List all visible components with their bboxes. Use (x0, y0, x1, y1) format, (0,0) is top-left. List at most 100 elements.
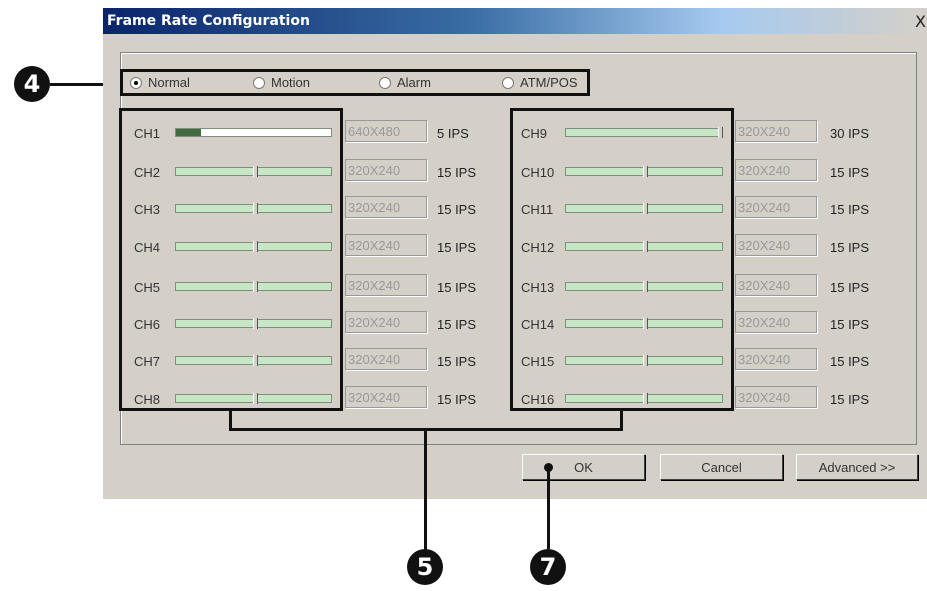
slider-thumb[interactable] (643, 203, 648, 214)
resolution-field[interactable]: 320X240 (735, 120, 817, 142)
radio-button-icon (379, 76, 391, 89)
frame-rate-slider[interactable] (175, 318, 332, 329)
radio-alarm[interactable]: Alarm (379, 75, 431, 90)
frame-rate-slider[interactable] (175, 241, 332, 252)
slider-thumb[interactable] (643, 318, 648, 329)
ips-value: 15 IPS (830, 165, 870, 180)
resolution-field[interactable]: 320X240 (345, 196, 427, 218)
callout-7-dot (544, 463, 553, 472)
slider-thumb[interactable] (253, 393, 258, 404)
slider-thumb[interactable] (253, 203, 258, 214)
frame-rate-slider[interactable] (565, 203, 723, 214)
resolution-field[interactable]: 320X240 (345, 274, 427, 296)
channel-label: CH14 (521, 317, 555, 332)
ips-value: 15 IPS (437, 202, 477, 217)
channel-label: CH6 (134, 317, 161, 332)
resolution-field[interactable]: 640X480 (345, 120, 427, 142)
slider-thumb[interactable] (253, 355, 258, 366)
ips-value: 5 IPS (437, 126, 469, 141)
ips-value: 15 IPS (437, 165, 477, 180)
frame-rate-slider[interactable] (565, 318, 723, 329)
frame-rate-slider[interactable] (565, 393, 723, 404)
radio-label: Motion (271, 75, 311, 90)
channel-label: CH11 (521, 202, 554, 217)
title-bar: Frame Rate Configuration X (103, 8, 927, 34)
radio-normal[interactable]: Normal (130, 75, 190, 90)
slider-thumb[interactable] (253, 241, 258, 252)
frame-rate-slider[interactable] (565, 281, 723, 292)
resolution-field[interactable]: 320X240 (345, 234, 427, 256)
channel-label: CH10 (521, 165, 555, 180)
callout-4: 4 (14, 66, 50, 102)
frame-rate-slider[interactable] (175, 281, 332, 292)
channel-label: CH16 (521, 392, 555, 407)
resolution-field[interactable]: 320X240 (345, 311, 427, 333)
ips-value: 15 IPS (830, 354, 870, 369)
slider-thumb[interactable] (718, 127, 723, 138)
frame-rate-slider[interactable] (175, 128, 332, 137)
callout-7-line (547, 467, 550, 549)
channel-label: CH7 (134, 354, 161, 369)
radio-label: ATM/POS (520, 75, 578, 90)
radio-atm-pos[interactable]: ATM/POS (502, 75, 578, 90)
channel-label: CH5 (134, 280, 161, 295)
cancel-button[interactable]: Cancel (660, 454, 783, 480)
callout-5: 5 (407, 549, 443, 585)
frame-rate-slider[interactable] (565, 166, 723, 177)
ips-value: 15 IPS (437, 317, 477, 332)
slider-thumb[interactable] (643, 241, 648, 252)
ips-value: 15 IPS (830, 202, 870, 217)
frame-rate-slider[interactable] (175, 166, 332, 177)
ips-value: 15 IPS (437, 240, 477, 255)
ips-value: 15 IPS (830, 317, 870, 332)
radio-button-icon (253, 76, 265, 89)
slider-thumb[interactable] (253, 166, 258, 177)
channel-label: CH1 (134, 126, 161, 141)
channel-label: CH3 (134, 202, 161, 217)
frame-rate-slider[interactable] (175, 393, 332, 404)
ips-value: 15 IPS (830, 280, 870, 295)
resolution-field[interactable]: 320X240 (735, 348, 817, 370)
ips-value: 15 IPS (437, 354, 477, 369)
resolution-field[interactable]: 320X240 (345, 159, 427, 181)
slider-thumb[interactable] (643, 355, 648, 366)
resolution-field[interactable]: 320X240 (735, 311, 817, 333)
resolution-field[interactable]: 320X240 (345, 348, 427, 370)
radio-motion[interactable]: Motion (253, 75, 310, 90)
channel-label: CH12 (521, 240, 555, 255)
channel-label: CH8 (134, 392, 161, 407)
channel-label: CH2 (134, 165, 161, 180)
callout-5-line (424, 431, 427, 551)
slider-fill (176, 129, 201, 136)
resolution-field[interactable]: 320X240 (735, 274, 817, 296)
ips-value: 15 IPS (830, 240, 870, 255)
frame-rate-slider[interactable] (175, 355, 332, 366)
frame-rate-slider[interactable] (565, 127, 723, 138)
ips-value: 15 IPS (437, 280, 477, 295)
channel-label: CH13 (521, 280, 555, 295)
slider-thumb[interactable] (643, 281, 648, 292)
resolution-field[interactable]: 320X240 (735, 196, 817, 218)
slider-thumb[interactable] (643, 393, 648, 404)
advanced-button[interactable]: Advanced >> (796, 454, 918, 480)
frame-rate-slider[interactable] (565, 355, 723, 366)
callout-7: 7 (530, 549, 566, 585)
channel-label: CH15 (521, 354, 555, 369)
ips-value: 15 IPS (437, 392, 477, 407)
slider-thumb[interactable] (253, 281, 258, 292)
slider-thumb[interactable] (253, 318, 258, 329)
resolution-field[interactable]: 320X240 (735, 234, 817, 256)
radio-label: Normal (148, 75, 190, 90)
resolution-field[interactable]: 320X240 (345, 386, 427, 408)
slider-thumb[interactable] (643, 166, 648, 177)
close-icon[interactable]: X (915, 12, 926, 31)
channel-label: CH9 (521, 126, 548, 141)
frame-rate-slider[interactable] (565, 241, 723, 252)
radio-label: Alarm (397, 75, 431, 90)
radio-button-icon (502, 76, 514, 89)
radio-button-icon (130, 76, 142, 89)
ok-button[interactable]: OK (522, 454, 645, 480)
frame-rate-slider[interactable] (175, 203, 332, 214)
resolution-field[interactable]: 320X240 (735, 159, 817, 181)
resolution-field[interactable]: 320X240 (735, 386, 817, 408)
